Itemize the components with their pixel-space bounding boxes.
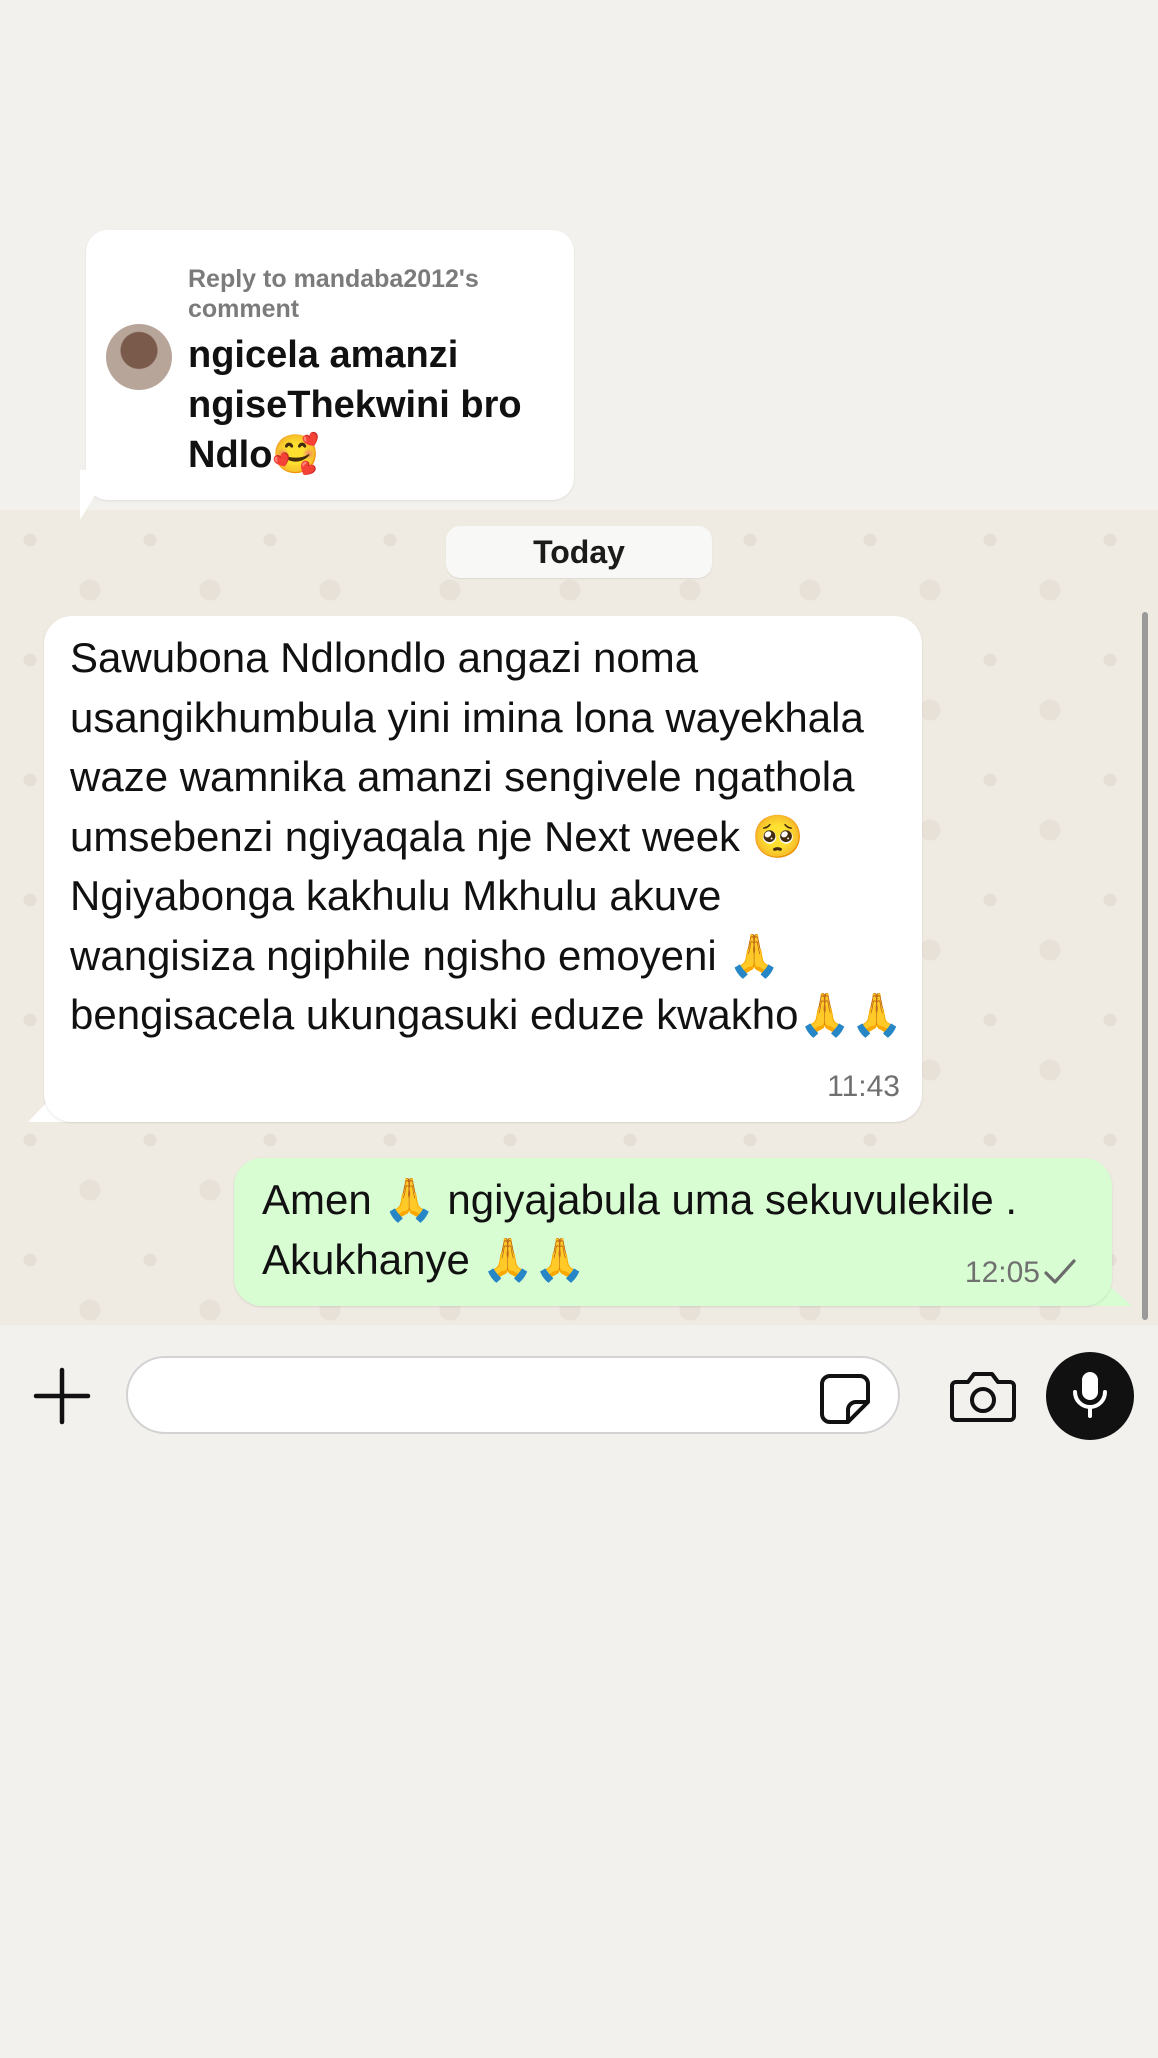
sticker-icon[interactable]	[818, 1372, 872, 1426]
sent-check-icon	[1044, 1259, 1076, 1284]
camera-icon[interactable]	[950, 1368, 1016, 1424]
microphone-icon	[1073, 1372, 1107, 1418]
chat-scrollbar[interactable]	[1142, 612, 1148, 1320]
plus-icon[interactable]	[32, 1366, 92, 1426]
date-separator: Today	[446, 526, 712, 578]
incoming-message-time: 11:43	[827, 1070, 900, 1103]
commenter-avatar	[106, 324, 172, 390]
incoming-message-text: Sawubona Ndlondlo angazi noma usangikhum…	[70, 634, 904, 1038]
reply-bubble-tail	[80, 470, 110, 520]
reply-comment-text: ngicela amanzi ngiseThekwini bro Ndlo🥰	[188, 334, 522, 476]
outgoing-message-time: 12:05	[964, 1256, 1040, 1289]
message-input[interactable]	[126, 1356, 900, 1434]
reply-meta-label: Reply to mandaba2012's comment	[188, 265, 479, 323]
microphone-button[interactable]	[1046, 1352, 1134, 1440]
